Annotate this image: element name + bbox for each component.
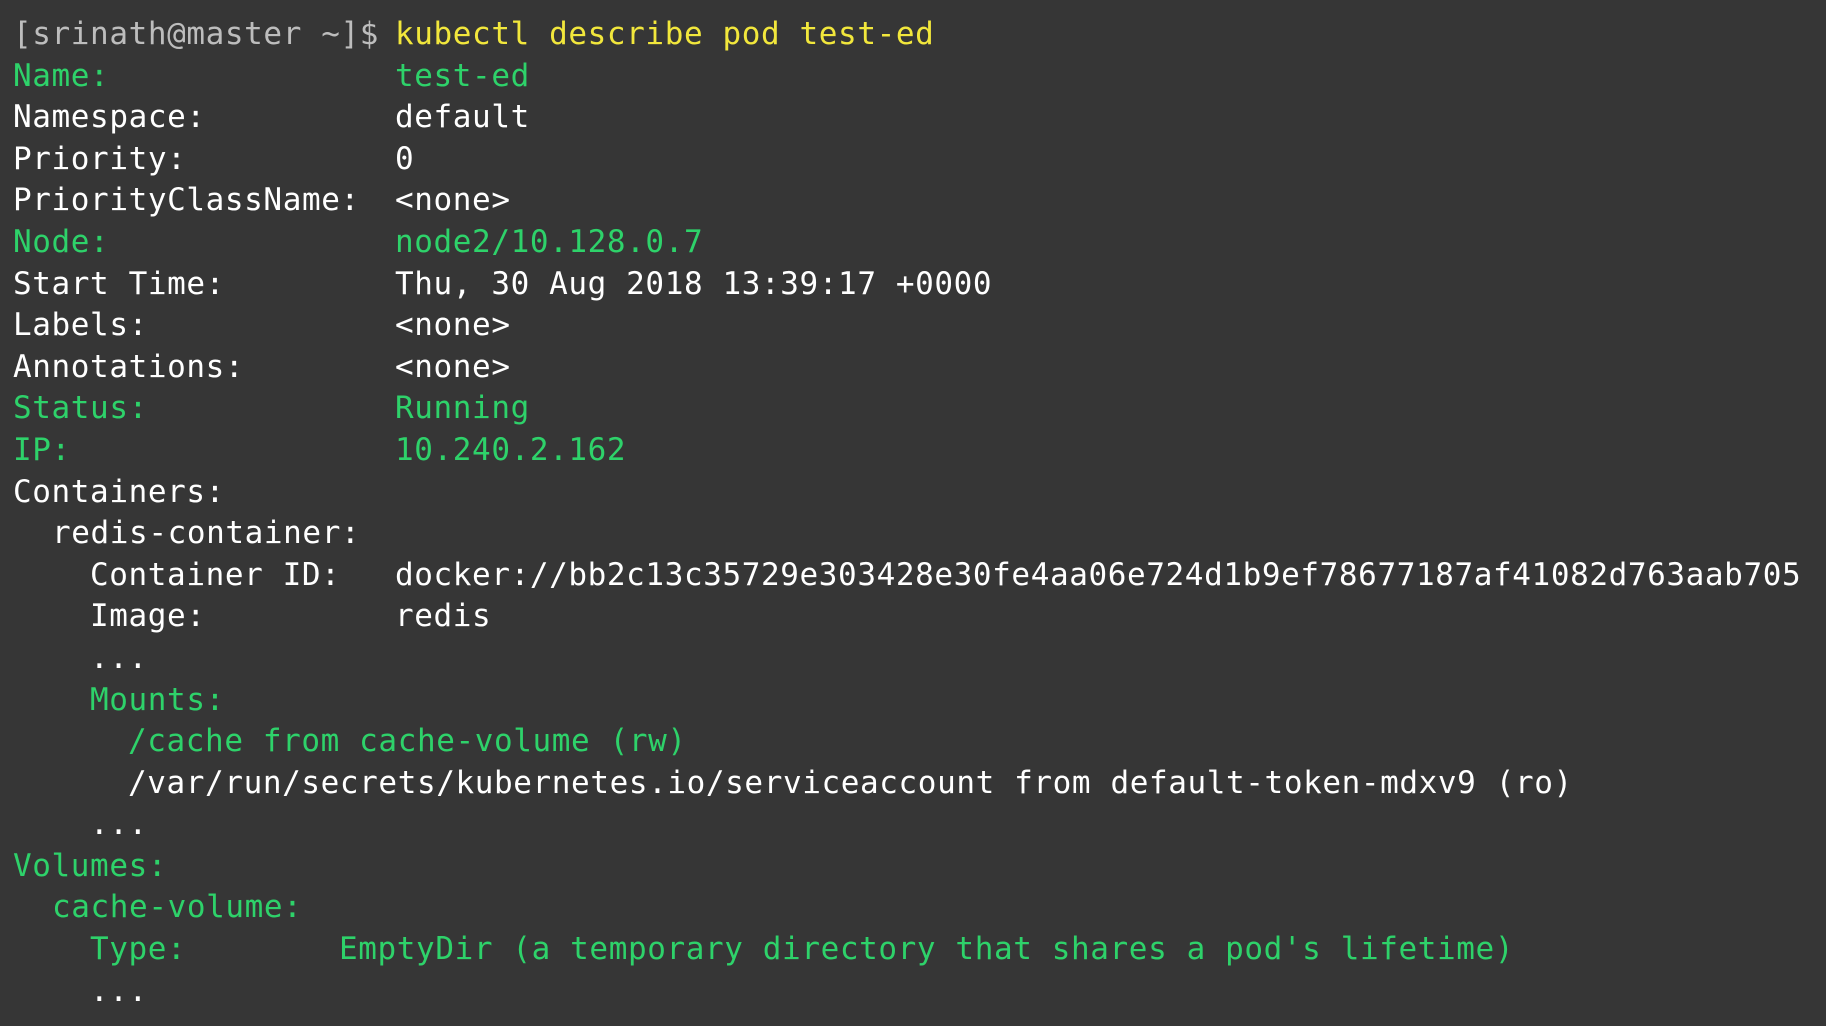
section-title: Containers:: [13, 473, 225, 510]
field-container-id: Container ID: docker://bb2c13c35729e3034…: [13, 555, 1826, 597]
field-value: Running: [395, 390, 530, 427]
ellipsis-line: ...: [13, 971, 1826, 1013]
field-key: Start Time:: [13, 265, 225, 302]
field-ip: IP: 10.240.2.162: [13, 430, 1826, 472]
field-value: <none>: [395, 307, 511, 344]
ellipsis-line: ...: [13, 804, 1826, 846]
field-node: Node: node2/10.128.0.7: [13, 222, 1826, 264]
field-status: Status: Running: [13, 388, 1826, 430]
field-value: 0: [395, 140, 415, 177]
field-key: Container ID:: [90, 556, 341, 593]
containers-header: Containers:: [13, 472, 1826, 514]
field-value: 10.240.2.162: [395, 431, 627, 468]
field-key: Labels:: [13, 307, 148, 344]
field-value: default: [395, 99, 530, 136]
volumes-header: Volumes:: [13, 846, 1826, 888]
field-key: IP:: [13, 431, 71, 468]
field-value: test-ed: [395, 57, 530, 94]
field-namespace: Namespace: default: [13, 97, 1826, 139]
container-name: redis-container:: [52, 515, 361, 552]
field-priority: Priority: 0: [13, 139, 1826, 181]
mount-entry: /var/run/secrets/kubernetes.io/serviceac…: [128, 764, 1573, 801]
section-title: Volumes:: [13, 847, 168, 884]
volume-name: cache-volume:: [52, 889, 303, 926]
field-labels: Labels: <none>: [13, 305, 1826, 347]
container-name-line: redis-container:: [13, 513, 1826, 555]
field-value: node2/10.128.0.7: [395, 223, 704, 260]
field-value: <none>: [395, 182, 511, 219]
ellipsis: ...: [90, 972, 148, 1009]
section-title: Mounts:: [90, 681, 225, 718]
field-name: Name: test-ed: [13, 56, 1826, 98]
field-value: EmptyDir (a temporary directory that sha…: [339, 931, 1515, 968]
field-key: Status:: [13, 390, 148, 427]
ellipsis: ...: [90, 639, 148, 676]
command-text: kubectl describe pod test-ed: [395, 16, 935, 52]
mount-secrets-line: /var/run/secrets/kubernetes.io/serviceac…: [13, 763, 1826, 805]
field-key: Image:: [90, 598, 206, 635]
mount-cache-line: /cache from cache-volume (rw): [13, 721, 1826, 763]
field-key: Type:: [90, 931, 187, 968]
field-value: <none>: [395, 348, 511, 385]
field-key: Annotations:: [13, 348, 245, 385]
field-start-time: Start Time: Thu, 30 Aug 2018 13:39:17 +0…: [13, 264, 1826, 306]
field-key: Namespace:: [13, 99, 206, 136]
ellipsis: ...: [90, 806, 148, 843]
field-value: docker://bb2c13c35729e303428e30fe4aa06e7…: [395, 556, 1802, 593]
field-priority-class: PriorityClassName: <none>: [13, 180, 1826, 222]
field-key: Priority:: [13, 140, 187, 177]
prompt-line: [srinath@master ~]$ kubectl describe pod…: [13, 14, 1826, 56]
shell-prompt: [srinath@master ~]$: [13, 16, 380, 52]
terminal-window[interactable]: [srinath@master ~]$ kubectl describe pod…: [0, 0, 1826, 1026]
field-value: redis: [395, 598, 492, 635]
mounts-header: Mounts:: [13, 680, 1826, 722]
field-volume-type: Type: EmptyDir (a temporary directory th…: [13, 929, 1826, 971]
volume-name-line: cache-volume:: [13, 887, 1826, 929]
field-value: Thu, 30 Aug 2018 13:39:17 +0000: [395, 265, 993, 302]
field-key: Node:: [13, 223, 110, 260]
mount-entry: /cache from cache-volume (rw): [128, 723, 687, 760]
ellipsis-line: ...: [13, 638, 1826, 680]
field-key: Name:: [13, 57, 110, 94]
field-image: Image: redis: [13, 596, 1826, 638]
field-key: PriorityClassName:: [13, 182, 360, 219]
field-annotations: Annotations: <none>: [13, 347, 1826, 389]
